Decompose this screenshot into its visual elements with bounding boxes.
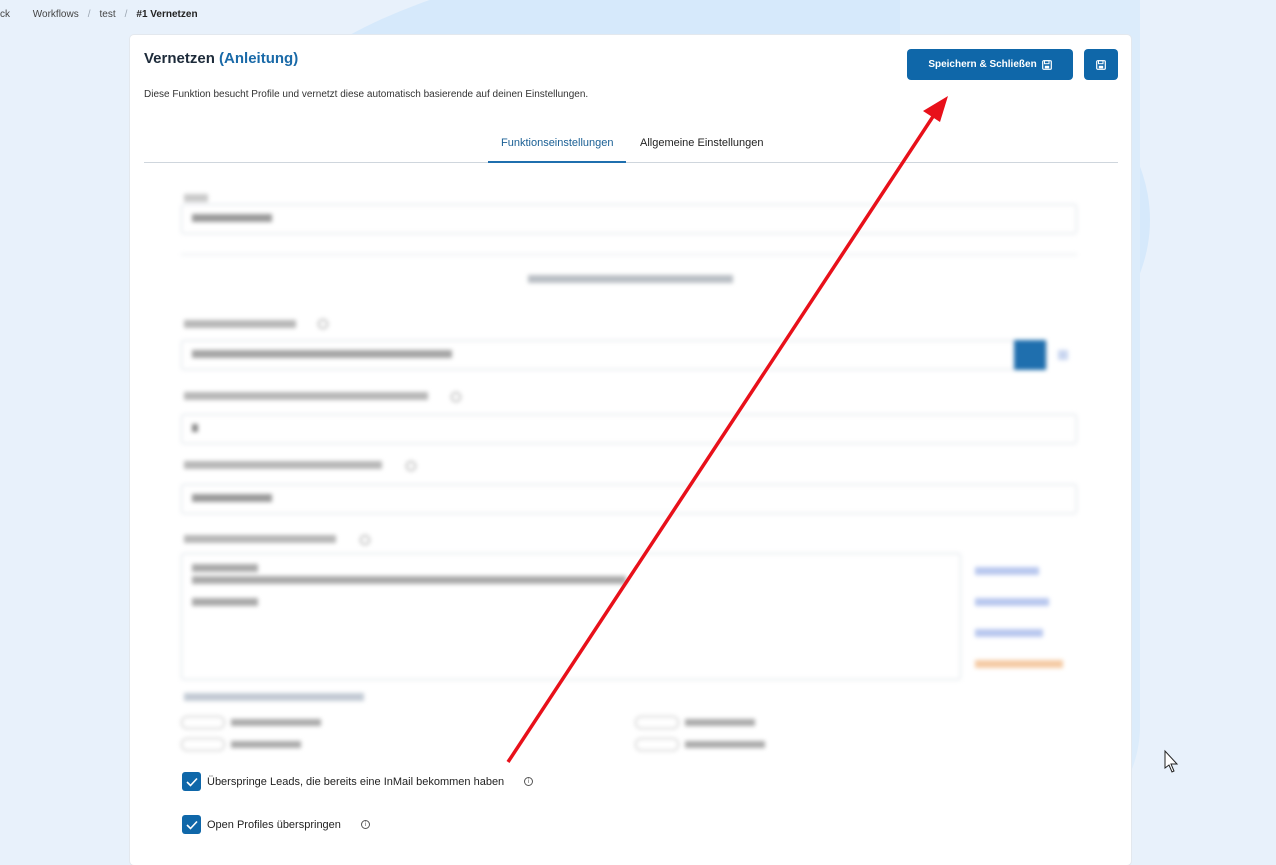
breadcrumb-separator: / bbox=[124, 9, 128, 20]
help-icon[interactable] bbox=[406, 461, 416, 471]
redacted-button[interactable] bbox=[1014, 340, 1046, 370]
redacted-label bbox=[184, 194, 208, 202]
checkmark-icon bbox=[185, 820, 198, 830]
redacted-text bbox=[184, 693, 364, 701]
mouse-cursor-icon bbox=[1164, 749, 1179, 773]
function-settings-card: Vernetzen (Anleitung) Diese Funktion bes… bbox=[130, 35, 1131, 865]
redacted-link[interactable] bbox=[975, 598, 1049, 606]
title-text: Vernetzen bbox=[144, 50, 215, 67]
redacted-link[interactable] bbox=[975, 567, 1039, 575]
redacted-text bbox=[528, 275, 733, 283]
tab-general-settings[interactable]: Allgemeine Einstellungen bbox=[640, 137, 764, 149]
floppy-disk-icon bbox=[1041, 59, 1052, 70]
redacted-label bbox=[184, 535, 336, 543]
save-button[interactable] bbox=[1084, 49, 1118, 80]
active-tab-indicator bbox=[488, 161, 626, 163]
redacted-input[interactable] bbox=[181, 484, 1077, 514]
breadcrumb-item[interactable]: ck bbox=[0, 9, 10, 20]
redacted-chip-row bbox=[181, 738, 301, 751]
breadcrumb-item-workflows[interactable]: Workflows bbox=[33, 9, 79, 20]
redacted-label bbox=[184, 392, 428, 400]
redacted-textarea[interactable] bbox=[181, 553, 961, 680]
breadcrumb-current: #1 Vernetzen bbox=[136, 9, 198, 20]
save-and-close-label: Speichern & Schließen bbox=[928, 59, 1037, 70]
redacted-chip-row bbox=[635, 716, 755, 729]
divider bbox=[181, 254, 1077, 255]
guide-link[interactable]: (Anleitung) bbox=[219, 50, 298, 67]
redacted-label bbox=[184, 320, 296, 328]
floppy-disk-icon bbox=[1096, 59, 1106, 70]
redacted-input[interactable] bbox=[181, 414, 1077, 444]
save-and-close-button[interactable]: Speichern & Schließen bbox=[907, 49, 1073, 80]
checkbox-skip-inmail-leads[interactable]: Überspringe Leads, die bereits eine InMa… bbox=[182, 772, 534, 791]
checkbox-label: Überspringe Leads, die bereits eine InMa… bbox=[207, 775, 505, 788]
settings-tabs: Funktionseinstellungen Allgemeine Einste… bbox=[144, 127, 1118, 163]
page-title: Vernetzen (Anleitung) bbox=[144, 50, 298, 67]
checkmark-icon bbox=[185, 777, 198, 787]
tab-function-settings[interactable]: Funktionseinstellungen bbox=[501, 137, 614, 149]
redacted-input[interactable] bbox=[181, 204, 1077, 234]
breadcrumb-item-test[interactable]: test bbox=[100, 9, 116, 20]
help-icon[interactable] bbox=[451, 392, 461, 402]
info-icon[interactable]: i bbox=[524, 777, 534, 786]
page-description: Diese Funktion besucht Profile und verne… bbox=[144, 89, 589, 100]
redacted-link[interactable] bbox=[975, 660, 1063, 668]
redacted-icon[interactable] bbox=[1058, 350, 1068, 360]
checkbox-checked[interactable] bbox=[182, 772, 201, 791]
help-icon[interactable] bbox=[318, 319, 328, 329]
breadcrumb-separator: / bbox=[87, 9, 91, 20]
checkbox-skip-open-profiles[interactable]: Open Profiles überspringen i bbox=[182, 815, 370, 834]
breadcrumb: ck / Workflows / test / #1 Vernetzen bbox=[0, 9, 198, 20]
info-icon[interactable]: i bbox=[360, 820, 370, 829]
redacted-chip-row bbox=[635, 738, 765, 751]
redacted-link[interactable] bbox=[975, 629, 1043, 637]
redacted-input[interactable] bbox=[181, 340, 1047, 370]
redacted-label bbox=[184, 461, 382, 469]
help-icon[interactable] bbox=[360, 535, 370, 545]
redacted-chip-row bbox=[181, 716, 321, 729]
checkbox-label: Open Profiles überspringen bbox=[207, 818, 341, 831]
checkbox-checked[interactable] bbox=[182, 815, 201, 834]
